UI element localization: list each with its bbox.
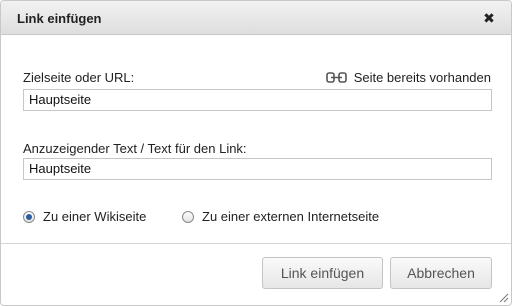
dialog-title: Link einfügen <box>17 11 102 26</box>
target-label: Zielseite oder URL: <box>23 70 135 85</box>
cancel-button[interactable]: Abbrechen <box>390 257 492 289</box>
radio-wiki-page[interactable]: Zu einer Wikiseite <box>23 209 146 224</box>
link-exists-icon <box>325 72 347 83</box>
radio-external-page[interactable]: Zu einer externen Internetseite <box>182 209 379 224</box>
radio-external-label[interactable]: Zu einer externen Internetseite <box>202 209 379 224</box>
close-icon[interactable]: ✖ <box>481 10 497 26</box>
insert-link-button[interactable]: Link einfügen <box>262 257 383 289</box>
footer-divider <box>1 243 511 244</box>
resize-grip-icon[interactable] <box>499 293 509 303</box>
page-exists-status: Seite bereits vorhanden <box>325 70 491 85</box>
status-text: Seite bereits vorhanden <box>353 70 491 85</box>
display-text-input[interactable]: Hauptseite <box>23 158 492 180</box>
radio-button-checked[interactable] <box>23 210 35 223</box>
radio-button-unchecked[interactable] <box>182 210 194 223</box>
dialog-titlebar[interactable]: Link einfügen ✖ <box>1 1 511 35</box>
target-input[interactable]: Hauptseite <box>23 89 492 111</box>
insert-link-dialog: Link einfügen ✖ Zielseite oder URL: Seit… <box>0 0 512 306</box>
display-text-label: Anzuzeigender Text / Text für den Link: <box>23 141 247 156</box>
radio-wiki-label[interactable]: Zu einer Wikiseite <box>43 209 146 224</box>
